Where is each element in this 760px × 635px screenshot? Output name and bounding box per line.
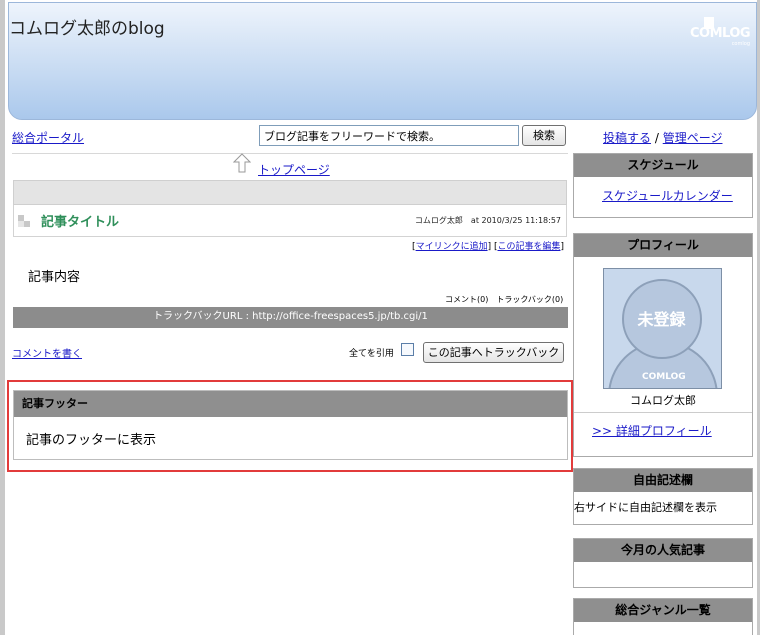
- schedule-heading: スケジュール: [574, 154, 752, 177]
- bracket-mid: ] [: [487, 242, 498, 252]
- avatar: 未登録 COMLOG: [603, 268, 722, 389]
- free-text-heading: 自由記述欄: [574, 469, 752, 492]
- footer-heading: 記事フッター: [14, 391, 567, 417]
- trackback-button[interactable]: この記事へトラックバック: [423, 342, 564, 363]
- profile-heading: プロフィール: [574, 234, 752, 257]
- article-title[interactable]: 記事タイトル: [41, 211, 119, 230]
- footer-text: 記事のフッターに表示: [26, 433, 157, 448]
- article-body: 記事内容: [28, 270, 81, 285]
- schedule-panel: スケジュール スケジュールカレンダー: [573, 153, 753, 218]
- admin-link[interactable]: 管理ページ: [663, 131, 723, 145]
- profile-panel: プロフィール 未登録 COMLOG コムログ太郎 >> 詳細プロフィール: [573, 233, 753, 457]
- free-text-panel: 自由記述欄 右サイドに自由記述欄を表示: [573, 468, 753, 525]
- avatar-logo: COMLOG: [642, 372, 686, 382]
- bracket-close: ]: [560, 242, 564, 252]
- post-link[interactable]: 投稿する: [603, 131, 651, 145]
- profile-detail-link[interactable]: >> 詳細プロフィール: [592, 422, 712, 439]
- article-date-bar: [13, 180, 567, 205]
- blog-title[interactable]: コムログ太郎のblog: [9, 14, 165, 39]
- search-button[interactable]: 検索: [522, 125, 566, 146]
- top-page-link[interactable]: トップページ: [258, 161, 330, 178]
- article-counts: コメント(0) トラックバック(0): [445, 295, 564, 304]
- article-meta: コムログ太郎 at 2010/3/25 11:18:57: [414, 216, 561, 225]
- avatar-label: 未登録: [637, 310, 686, 329]
- edit-article-link[interactable]: この記事を編集: [497, 242, 560, 252]
- article-header: 記事タイトル コムログ太郎 at 2010/3/25 11:18:57: [13, 205, 567, 237]
- comlog-logo[interactable]: COMLOG comlog: [690, 17, 751, 47]
- divider: [12, 153, 568, 154]
- portal-link[interactable]: 総合ポータル: [12, 129, 84, 146]
- write-comment-link[interactable]: コメントを書く: [12, 345, 82, 360]
- article-footer: 記事フッター 記事のフッターに表示: [13, 390, 568, 460]
- popular-articles-panel: 今月の人気記事: [573, 538, 753, 588]
- logo-text: COMLOG: [690, 26, 751, 41]
- blog-header: コムログ太郎のblog COMLOG comlog: [8, 2, 757, 120]
- schedule-calendar-link[interactable]: スケジュールカレンダー: [602, 187, 733, 204]
- logo-subtext: comlog: [731, 41, 750, 47]
- trackback-url-bar: トラックバックURL : http://office-freespaces5.j…: [13, 307, 568, 328]
- link-separator: /: [654, 131, 659, 145]
- top-links: 投稿する / 管理ページ: [603, 129, 722, 146]
- quote-all-checkbox[interactable]: [401, 343, 414, 356]
- profile-divider: [574, 412, 752, 413]
- search-input[interactable]: [259, 125, 519, 146]
- page: コムログ太郎のblog COMLOG comlog 総合ポータル 検索 投稿する…: [5, 0, 757, 635]
- mylink-add-link[interactable]: マイリンクに追加: [416, 242, 488, 252]
- bullet-icon: [18, 215, 30, 227]
- quote-all-label: 全てを引用: [349, 349, 394, 359]
- edit-links: [マイリンクに追加] [この記事を編集]: [412, 239, 564, 252]
- popular-articles-heading: 今月の人気記事: [574, 539, 752, 562]
- genre-list-panel: 総合ジャンル一覧: [573, 598, 753, 635]
- profile-name: コムログ太郎: [630, 394, 696, 407]
- up-arrow-icon: [233, 153, 251, 173]
- genre-list-heading: 総合ジャンル一覧: [574, 599, 752, 622]
- free-text-body: 右サイドに自由記述欄を表示: [574, 501, 717, 514]
